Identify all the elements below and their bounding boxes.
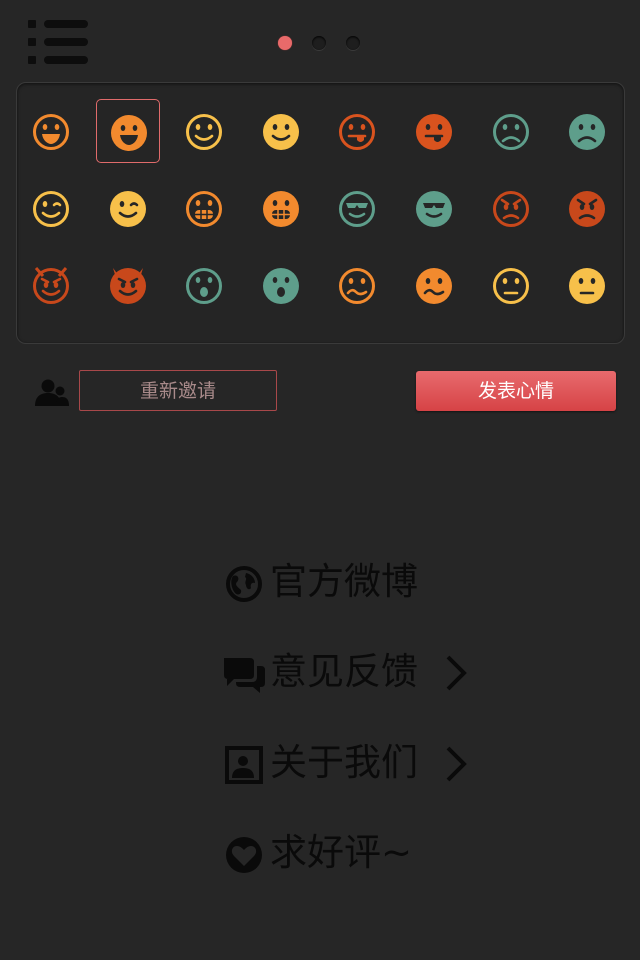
emoji-surprised-filled[interactable] [249, 253, 313, 317]
emoji-big-smile-outline[interactable] [19, 99, 83, 163]
emoji-tongue-filled[interactable] [402, 99, 466, 163]
emoji-devil-filled[interactable] [96, 253, 160, 317]
chevron-right-icon [446, 655, 467, 691]
surprised-face-icon [186, 268, 223, 304]
emoji-sad-filled[interactable] [555, 99, 619, 163]
angry-face-icon [492, 191, 529, 227]
menu-button[interactable] [28, 20, 90, 66]
smile-face-icon [262, 114, 299, 150]
heart-icon [226, 837, 262, 873]
emoji-tongue-outline[interactable] [325, 99, 389, 163]
wink-face-icon [109, 191, 146, 227]
page-dot[interactable] [312, 36, 326, 50]
contact-card-icon [225, 746, 263, 784]
devil-face-icon [33, 267, 69, 304]
emoji-confused-outline[interactable] [325, 253, 389, 317]
emoji-sad-outline[interactable] [479, 99, 543, 163]
sad-face-icon [492, 114, 529, 150]
big-smile-face-icon [110, 115, 147, 151]
page-dot[interactable] [278, 36, 292, 50]
globe-icon [226, 566, 262, 602]
cool-face-icon [339, 191, 376, 227]
confused-face-icon [339, 268, 376, 304]
emoji-confused-filled[interactable] [402, 253, 466, 317]
menu-item-label: 官方微博 [270, 560, 418, 603]
devil-face-icon [109, 268, 146, 304]
neutral-face-icon [569, 268, 606, 304]
neutral-face-icon [492, 268, 529, 304]
emoji-surprised-outline[interactable] [172, 253, 236, 317]
tongue-face-icon [339, 114, 376, 150]
post-mood-button[interactable]: 发表心情 [416, 371, 616, 411]
menu-item-label: 求好评~ [270, 831, 413, 874]
big-smile-face-icon [33, 114, 69, 150]
emoji-big-smile-filled[interactable] [95, 99, 160, 163]
emoji-wink-outline[interactable] [19, 176, 83, 240]
emoji-devil-outline[interactable] [19, 253, 83, 317]
tongue-face-icon [416, 114, 452, 150]
menu-item-label: 意见反馈 [270, 650, 418, 693]
chevron-right-icon [446, 746, 467, 782]
emoji-neutral-filled[interactable] [555, 253, 619, 317]
emoji-panel [16, 82, 625, 344]
surprised-face-icon [262, 268, 299, 304]
angry-face-icon [569, 191, 606, 227]
emoji-cool-outline[interactable] [325, 176, 389, 240]
reinvite-button[interactable]: 重新邀请 [79, 370, 277, 411]
confused-face-icon [416, 268, 452, 304]
emoji-neutral-outline[interactable] [479, 253, 543, 317]
emoji-smile-outline[interactable] [172, 99, 236, 163]
emoji-grin-outline[interactable] [172, 176, 236, 240]
emoji-smile-filled[interactable] [249, 99, 313, 163]
sad-face-icon [569, 114, 606, 150]
emoji-cool-filled[interactable] [402, 176, 466, 240]
smile-face-icon [186, 114, 223, 150]
emoji-grin-filled[interactable] [249, 176, 313, 240]
cool-face-icon [416, 191, 452, 227]
emoji-angry-filled[interactable] [555, 176, 619, 240]
page-dot[interactable] [346, 36, 360, 50]
chat-bubbles-icon [224, 658, 265, 693]
grin-face-icon [186, 191, 223, 227]
friends-icon[interactable] [34, 378, 70, 408]
emoji-wink-filled[interactable] [96, 176, 160, 240]
wink-face-icon [33, 191, 69, 227]
grin-face-icon [262, 191, 299, 227]
menu-item-label: 关于我们 [270, 741, 418, 784]
emoji-angry-outline[interactable] [479, 176, 543, 240]
